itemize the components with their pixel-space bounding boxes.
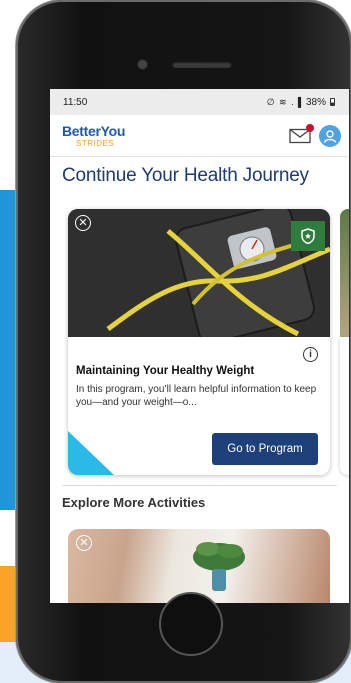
logo-subtext: STRIDES	[76, 138, 115, 148]
explore-section-title: Explore More Activities	[62, 495, 206, 510]
earpiece-speaker	[172, 61, 232, 68]
header-actions	[289, 123, 341, 147]
card-accent-triangle	[68, 431, 114, 475]
program-description: In this program, you’ll learn helpful in…	[76, 384, 317, 408]
program-card-image: ✕	[68, 209, 330, 344]
section-divider	[62, 485, 337, 486]
front-camera	[138, 60, 147, 69]
logo-text: BetterYou	[62, 122, 126, 139]
info-icon[interactable]: i	[303, 347, 318, 362]
phone-screen: 11:50 ∅ ≋ .▐ 38% BetterYou STRIDES Conti…	[50, 89, 349, 603]
shield-star-icon	[301, 228, 315, 244]
home-button[interactable]	[159, 592, 223, 656]
battery-percent: 38%	[305, 96, 326, 108]
phone-top-bezel	[46, 40, 322, 90]
plant-image	[193, 542, 245, 591]
status-indicators: ∅ ≋ .▐ 38%	[267, 97, 335, 108]
app-header: BetterYou STRIDES	[50, 115, 349, 157]
section-title: Continue Your Health Journey	[62, 165, 309, 186]
messages-button[interactable]	[289, 123, 314, 144]
activity-card[interactable]: ✕	[68, 529, 330, 603]
program-card[interactable]: ✕ i Maintaining Your Healthy Weight In t…	[68, 209, 330, 475]
status-time: 11:50	[63, 96, 88, 108]
dismiss-activity-button[interactable]: ✕	[76, 535, 92, 551]
go-to-program-button[interactable]: Go to Program	[212, 433, 318, 465]
app-logo[interactable]: BetterYou STRIDES	[62, 124, 125, 148]
next-card-peek-body	[340, 337, 349, 475]
dismiss-card-button[interactable]: ✕	[75, 215, 91, 231]
status-bar: 11:50 ∅ ≋ .▐ 38%	[50, 89, 349, 115]
phone-frame: 11:50 ∅ ≋ .▐ 38% BetterYou STRIDES Conti…	[16, 0, 351, 683]
notification-dot	[306, 123, 314, 132]
profile-avatar-button[interactable]	[319, 124, 341, 147]
close-icon: ✕	[79, 536, 89, 549]
next-card-peek[interactable]	[340, 209, 349, 337]
featured-badge	[291, 221, 325, 251]
program-title: Maintaining Your Healthy Weight	[76, 365, 255, 377]
user-icon	[323, 129, 337, 143]
battery-icon	[330, 98, 335, 106]
signal-icons: ∅ ≋ .▐	[266, 96, 302, 107]
close-icon: ✕	[78, 216, 88, 229]
